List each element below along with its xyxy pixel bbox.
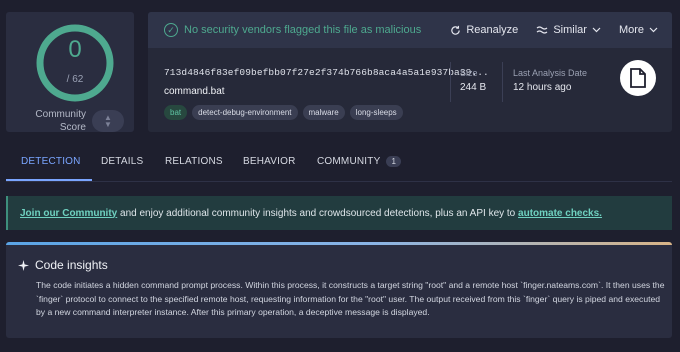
similar-icon bbox=[536, 26, 548, 34]
gradient-bar bbox=[6, 242, 672, 245]
community-banner: Join our Community and enjoy additional … bbox=[6, 196, 672, 230]
more-dropdown[interactable]: More bbox=[619, 24, 658, 36]
chevron-down-icon bbox=[649, 27, 658, 33]
size-value: 244 B bbox=[460, 82, 487, 93]
refresh-icon bbox=[451, 25, 461, 35]
community-count-badge: 1 bbox=[386, 156, 402, 167]
tag-list: bat detect-debug-environment malware lon… bbox=[164, 105, 403, 120]
community-score-label: Community Score bbox=[35, 109, 86, 133]
tab-detection[interactable]: DETECTION bbox=[21, 156, 81, 167]
divider bbox=[450, 62, 451, 102]
file-type-icon bbox=[620, 60, 656, 96]
file-hash[interactable]: 713d4846f83ef09befbb07f27e2f374b766b8aca… bbox=[164, 67, 489, 78]
status-bar: ✓ No security vendors flagged this file … bbox=[148, 12, 672, 48]
tag-detect-debug-environment[interactable]: detect-debug-environment bbox=[192, 105, 298, 120]
sparkle-icon bbox=[18, 259, 29, 271]
size-label: Size bbox=[460, 68, 478, 78]
detection-total: / 62 bbox=[66, 74, 84, 85]
join-community-link[interactable]: Join our Community bbox=[20, 208, 117, 219]
tab-bar: DETECTION DETAILS RELATIONS BEHAVIOR COM… bbox=[6, 148, 672, 182]
code-insights-body: The code initiates a hidden command prom… bbox=[36, 280, 665, 317]
tab-relations[interactable]: RELATIONS bbox=[165, 156, 223, 167]
community-vote-button[interactable]: ▲ ▼ bbox=[92, 110, 124, 132]
last-analysis-value: 12 hours ago bbox=[513, 82, 572, 93]
code-insights-panel: Code insights The code initiates a hidde… bbox=[6, 242, 672, 338]
tag-malware[interactable]: malware bbox=[302, 105, 345, 120]
detection-count: 0 bbox=[68, 36, 82, 63]
file-info-card: ✓ No security vendors flagged this file … bbox=[148, 12, 672, 132]
tab-behavior[interactable]: BEHAVIOR bbox=[243, 156, 296, 167]
automate-checks-link[interactable]: automate checks. bbox=[518, 208, 602, 219]
chevron-down-icon: ▼ bbox=[104, 120, 112, 129]
tag-bat[interactable]: bat bbox=[164, 105, 188, 120]
tab-details[interactable]: DETAILS bbox=[101, 156, 143, 167]
similar-dropdown[interactable]: Similar bbox=[536, 24, 601, 36]
reanalyze-button[interactable]: Reanalyze bbox=[450, 24, 518, 36]
code-insights-title: Code insights bbox=[18, 258, 108, 272]
community-score-card: 0 / 62 Community Score ▲ ▼ bbox=[6, 12, 134, 133]
status-message: No security vendors flagged this file as… bbox=[184, 24, 422, 36]
tab-community[interactable]: COMMUNITY 1 bbox=[317, 156, 402, 167]
banner-text: and enjoy additional community insights … bbox=[117, 207, 519, 219]
check-circle-icon: ✓ bbox=[164, 23, 178, 37]
file-name: command.bat bbox=[164, 86, 225, 97]
active-tab-indicator bbox=[6, 179, 92, 181]
chevron-down-icon bbox=[592, 27, 601, 33]
tag-long-sleeps[interactable]: long-sleeps bbox=[349, 105, 403, 120]
last-analysis-label: Last Analysis Date bbox=[513, 68, 588, 78]
divider bbox=[502, 62, 503, 102]
